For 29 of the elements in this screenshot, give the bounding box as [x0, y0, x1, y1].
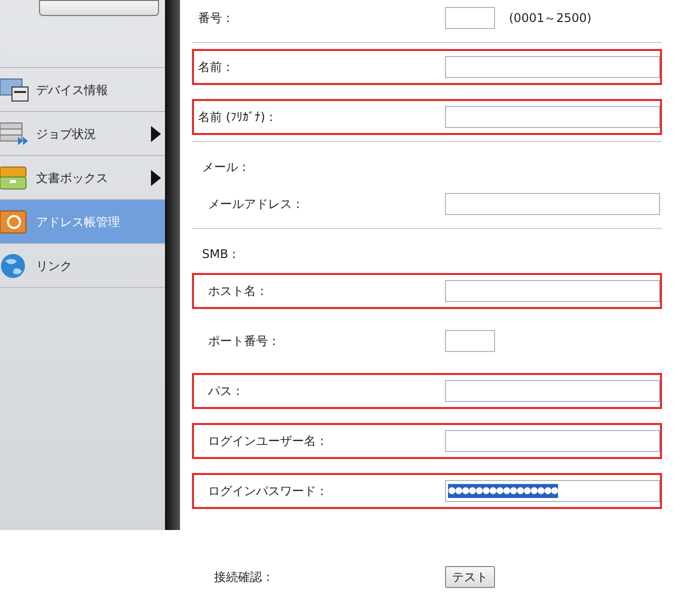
- document-stack-icon: [0, 120, 30, 146]
- field-label: 番号 :: [198, 10, 230, 27]
- field-label: 名前 (ﾌﾘｶﾞﾅ) :: [198, 109, 274, 126]
- input-field[interactable]: [445, 430, 660, 452]
- field-label: 名前 :: [198, 59, 230, 76]
- input-field[interactable]: [445, 280, 660, 302]
- section-label: SMB :: [202, 246, 236, 263]
- input-field[interactable]: [445, 106, 660, 128]
- input-field[interactable]: [445, 56, 660, 78]
- range-note: (0001～2500): [509, 10, 592, 27]
- input-field[interactable]: [445, 380, 660, 402]
- login-button[interactable]: [39, 0, 159, 16]
- field-label: 接続確認 :: [213, 569, 271, 586]
- field-label: パス :: [207, 383, 240, 400]
- input-field[interactable]: [445, 193, 660, 215]
- test-button[interactable]: テスト: [445, 566, 495, 588]
- sidebar-item[interactable]: デバイス情報: [0, 68, 165, 112]
- field-label: ポート番号 :: [207, 333, 276, 350]
- sidebar-item[interactable]: リンク: [0, 244, 165, 288]
- field-label: ログインユーザー名 :: [207, 433, 324, 450]
- field-label: ホスト名 :: [207, 283, 264, 300]
- field-label: ログインパスワード :: [207, 483, 324, 500]
- input-field[interactable]: ●●●●●●●●●●●●●●●●: [445, 480, 660, 502]
- input-field[interactable]: [445, 330, 495, 352]
- input-field[interactable]: [445, 7, 495, 29]
- section-label: メール :: [202, 159, 246, 176]
- monitor-printer-icon: [0, 76, 30, 102]
- sidebar-item[interactable]: ジョブ状況: [0, 112, 165, 156]
- field-label: メールアドレス :: [207, 196, 300, 213]
